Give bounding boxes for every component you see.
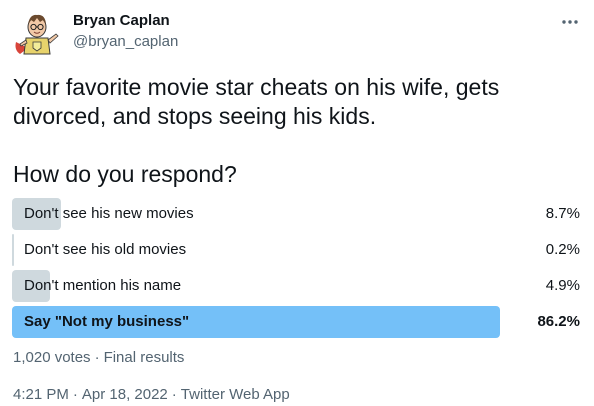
- poll-option-percent: 0.2%: [545, 241, 580, 258]
- poll-option-label: Don't see his new movies: [24, 205, 194, 222]
- tweet-timestamp: 4:21 PM · Apr 18, 2022 · Twitter Web App: [13, 385, 290, 405]
- tweet: Bryan Caplan @bryan_caplan Your favorite…: [0, 0, 594, 406]
- more-options-button[interactable]: [556, 12, 584, 32]
- more-dots-icon: [562, 20, 578, 24]
- timestamp-separator: ·: [72, 386, 78, 403]
- poll-status: Final results: [103, 349, 185, 366]
- poll: Don't see his new movies 8.7% Don't see …: [12, 198, 582, 342]
- source-separator: ·: [171, 386, 177, 403]
- poll-option-percent: 86.2%: [537, 313, 580, 330]
- poll-option: Say "Not my business" 86.2%: [12, 306, 582, 338]
- tweet-source[interactable]: Twitter Web App: [181, 386, 290, 403]
- author-info: Bryan Caplan @bryan_caplan: [73, 12, 178, 51]
- poll-option-bar: [12, 234, 14, 266]
- poll-summary: 1,020 votes · Final results: [13, 348, 184, 368]
- poll-option: Don't mention his name 4.9%: [12, 270, 582, 302]
- poll-vote-count: 1,020 votes: [13, 349, 91, 366]
- poll-option: Don't see his new movies 8.7%: [12, 198, 582, 230]
- poll-option: Don't see his old movies 0.2%: [12, 234, 582, 266]
- author-handle[interactable]: @bryan_caplan: [73, 33, 178, 51]
- poll-option-percent: 8.7%: [545, 205, 580, 222]
- poll-option-label: Don't see his old movies: [24, 241, 187, 258]
- poll-meta-separator: ·: [94, 349, 100, 366]
- tweet-text: Your favorite movie star cheats on his w…: [13, 74, 500, 187]
- poll-option-label: Say "Not my business": [24, 313, 190, 330]
- poll-option-percent: 4.9%: [545, 277, 580, 294]
- poll-option-label: Don't mention his name: [24, 277, 182, 294]
- tweet-time[interactable]: 4:21 PM: [13, 386, 69, 403]
- author-display-name[interactable]: Bryan Caplan: [73, 12, 178, 30]
- avatar[interactable]: [12, 8, 62, 58]
- cartoon-avatar-icon: [15, 14, 59, 55]
- tweet-date[interactable]: Apr 18, 2022: [82, 386, 168, 403]
